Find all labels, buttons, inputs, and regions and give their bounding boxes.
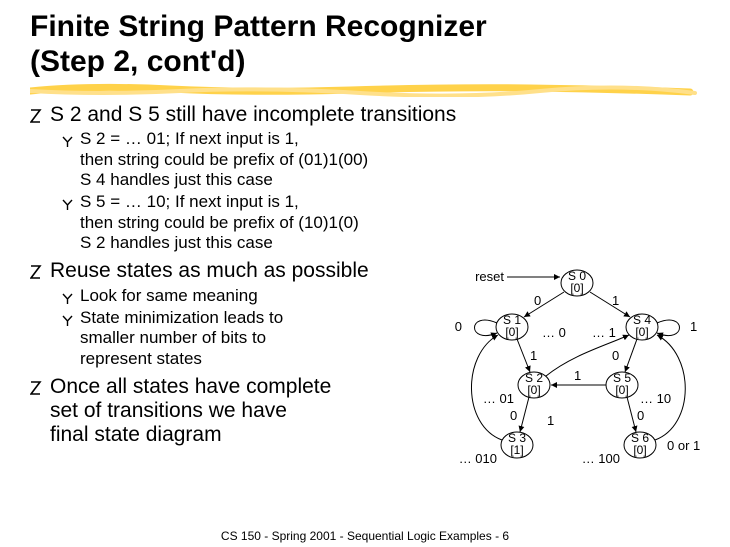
s2-prefix: … 01 <box>483 391 514 406</box>
y-bullet-icon <box>62 313 73 331</box>
bullet-1-text: S 2 and S 5 still have incomplete transi… <box>50 103 510 127</box>
s1-out: [0] <box>505 325 518 339</box>
z-bullet-icon <box>30 265 42 284</box>
s2-out: [0] <box>527 383 540 397</box>
edge-s3-s1-lbl: 1 <box>547 413 554 428</box>
edge-s4-s5: 0 <box>612 348 619 363</box>
bullet-1-subs: S 2 = … 01; If next input is 1, then str… <box>62 129 700 253</box>
s4-prefix: … 1 <box>592 325 616 340</box>
state-diagram: reset S 0 [0] 0 1 S 1 [0] 0 S 4 [0] 1 <box>412 265 722 515</box>
footer: CS 150 - Spring 2001 - Sequential Logic … <box>0 529 730 543</box>
y-bullet-icon <box>62 134 73 152</box>
bullet-1-sub-1: S 2 = … 01; If next input is 1, then str… <box>62 129 700 190</box>
edge-s0-s1: 0 <box>534 293 541 308</box>
s6-prefix: … 100 <box>582 451 620 466</box>
title-line-1: Finite String Pattern Recognizer <box>30 10 487 43</box>
edge-s5-s2: 1 <box>574 368 581 383</box>
sub-text: S 5 = … 10; If next input is 1, then str… <box>80 192 480 253</box>
sub-text: State minimization leads to smaller numb… <box>80 308 380 369</box>
sub-text: Look for same meaning <box>80 286 380 306</box>
s3-prefix: … 010 <box>459 451 497 466</box>
s0-out: [0] <box>570 281 583 295</box>
bullet-3-text: Once all states have complete set of tra… <box>50 375 430 447</box>
title-line-2: (Step 2, cont'd) <box>30 45 245 78</box>
y-bullet-icon <box>62 197 73 215</box>
reset-label: reset <box>475 269 504 284</box>
edge-s5-s6: 0 <box>637 408 644 423</box>
z-bullet-icon <box>30 109 42 128</box>
s6-out: [0] <box>633 443 646 457</box>
edge-s2-s3: 0 <box>510 408 517 423</box>
edge-s1-loop: 0 <box>455 319 462 334</box>
sub-text: S 2 = … 01; If next input is 1, then str… <box>80 129 480 190</box>
bullet-1: S 2 and S 5 still have incomplete transi… <box>30 103 700 253</box>
edge-s1-s2: 1 <box>530 348 537 363</box>
z-bullet-icon <box>30 381 42 400</box>
slide: Finite String Pattern Recognizer (Step 2… <box>0 0 730 547</box>
s5-out: [0] <box>615 383 628 397</box>
edge-s4-loop: 1 <box>690 319 697 334</box>
edge-s6-any: 0 or 1 <box>667 438 700 453</box>
s3-out: [1] <box>510 443 523 457</box>
edge-s0-s4: 1 <box>612 293 619 308</box>
title-underline <box>30 83 700 97</box>
s4-out: [0] <box>635 325 648 339</box>
bullet-1-sub-2: S 5 = … 10; If next input is 1, then str… <box>62 192 700 253</box>
bullet-2-text: Reuse states as much as possible <box>50 259 430 283</box>
s5-prefix: … 10 <box>640 391 671 406</box>
page-title: Finite String Pattern Recognizer (Step 2… <box>30 10 700 79</box>
s1-prefix: … 0 <box>542 325 566 340</box>
y-bullet-icon <box>62 291 73 309</box>
